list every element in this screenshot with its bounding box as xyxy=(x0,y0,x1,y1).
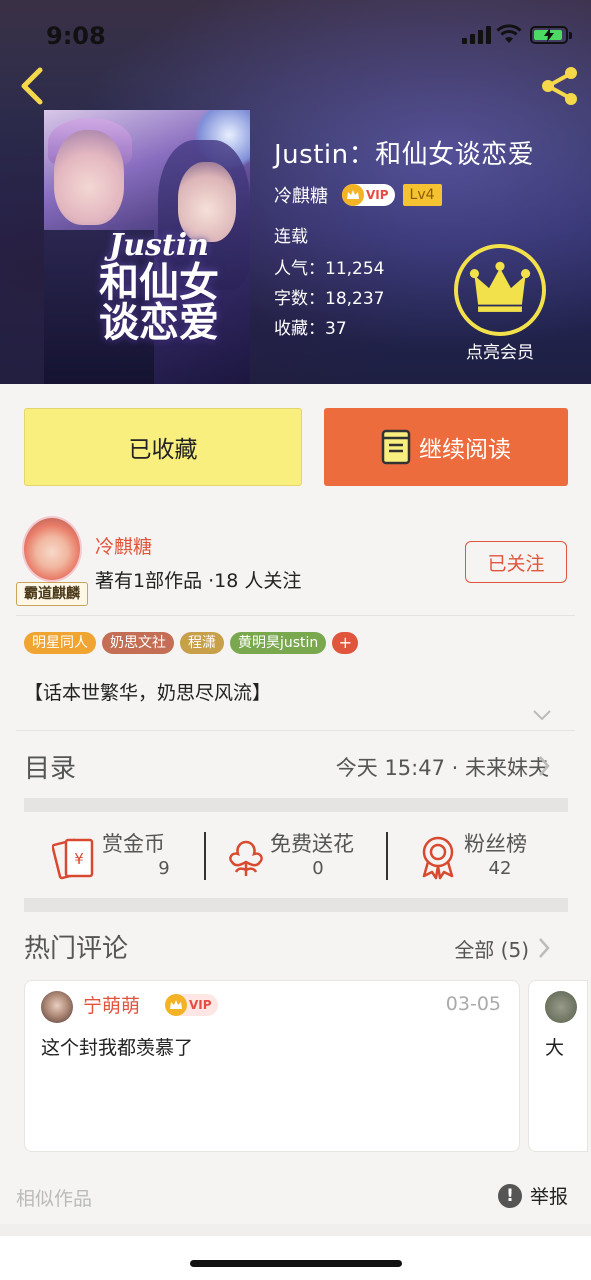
vip-badge: VIP xyxy=(342,184,395,206)
comment-text: 大 xyxy=(545,1037,565,1059)
favorites-stat: 收藏：37 xyxy=(274,319,347,339)
level-badge: Lv4 xyxy=(402,184,442,206)
red-envelope-icon: ¥ xyxy=(52,838,94,880)
book-header: 9:08 Justin 和仙女谈恋爱 Justin：和仙女谈恋爱 冷麒糖 VIP… xyxy=(0,0,591,384)
catalog-label[interactable]: 目录 xyxy=(24,748,76,785)
membership-crown-icon[interactable] xyxy=(454,244,546,336)
vip-badge: VIP xyxy=(165,994,218,1016)
all-comments-link[interactable]: 全部 (5) xyxy=(454,934,529,963)
book-intro: 【话本世繁华，奶思尽风流】 xyxy=(24,682,272,704)
book-cover[interactable]: Justin 和仙女谈恋爱 xyxy=(44,110,250,384)
comment-date: 03-05 xyxy=(445,993,501,1015)
chevron-down-icon[interactable] xyxy=(532,708,552,722)
cover-title: Justin 和仙女谈恋爱 xyxy=(99,228,219,346)
membership-label[interactable]: 点亮会员 xyxy=(440,338,560,363)
follow-button[interactable]: 已关注 xyxy=(465,541,567,583)
author-avatar[interactable]: 霸道麒麟 xyxy=(16,516,88,608)
word-count-stat: 字数：18,237 xyxy=(274,289,385,309)
crown-icon xyxy=(165,994,187,1016)
tag-list: 明星同人 奶思文社 程潇 黄明昊justin + xyxy=(24,632,359,654)
signal-icon xyxy=(462,26,491,44)
continue-reading-button[interactable]: 继续阅读 xyxy=(324,408,568,486)
book-icon xyxy=(381,429,411,465)
free-flower-button[interactable]: 免费送花 0 xyxy=(224,828,384,884)
comment-card[interactable]: 大 xyxy=(528,980,588,1152)
catalog-latest-update[interactable]: 今天 15:47 · 未来妹夫 xyxy=(336,752,549,782)
chevron-right-icon[interactable] xyxy=(536,754,552,778)
commenter-avatar[interactable] xyxy=(545,991,577,1023)
author-meta: 著有1部作品 ·18 人关注 xyxy=(95,570,302,592)
wifi-icon xyxy=(496,24,522,43)
divider xyxy=(16,730,575,731)
favorited-button[interactable]: 已收藏 xyxy=(24,408,302,486)
support-row: ¥ 赏金币 9 免费送花 0 粉丝榜 42 xyxy=(24,814,568,898)
comment-text: 这个封我都羡慕了 xyxy=(41,1037,194,1059)
flower-icon xyxy=(229,840,263,876)
section-divider xyxy=(24,798,568,812)
commenter-avatar[interactable] xyxy=(41,991,73,1023)
medal-icon xyxy=(422,836,454,880)
similar-works-label: 相似作品 xyxy=(16,1188,93,1210)
back-icon[interactable] xyxy=(14,64,50,108)
battery-icon xyxy=(530,26,572,44)
avatar-title-tag: 霸道麒麟 xyxy=(16,582,88,606)
svg-text:¥: ¥ xyxy=(74,850,84,868)
author-row: 冷麒糖 VIP Lv4 xyxy=(274,182,442,208)
commenter-name[interactable]: 宁萌萌 xyxy=(83,991,140,1018)
book-title: Justin：和仙女谈恋爱 xyxy=(274,140,535,170)
popularity-stat: 人气：11,254 xyxy=(274,259,385,279)
hot-comments-label: 热门评论 xyxy=(24,934,129,964)
chevron-right-icon[interactable] xyxy=(536,936,552,960)
home-indicator[interactable] xyxy=(190,1260,402,1267)
comment-card[interactable]: 宁萌萌 VIP 03-05 这个封我都羡慕了 xyxy=(24,980,520,1152)
tag-item[interactable]: 奶思文社 xyxy=(102,632,174,654)
author-name[interactable]: 冷麒糖 xyxy=(95,532,152,559)
report-button[interactable]: ! 举报 xyxy=(498,1182,568,1209)
tag-more-button[interactable]: + xyxy=(332,632,359,654)
share-icon[interactable] xyxy=(538,64,582,108)
tag-item[interactable]: 程潇 xyxy=(180,632,224,654)
serial-status: 连载 xyxy=(274,227,308,247)
section-divider xyxy=(24,898,568,912)
status-time: 9:08 xyxy=(46,22,106,50)
crown-icon xyxy=(342,184,364,206)
book-author[interactable]: 冷麒糖 xyxy=(274,182,328,208)
status-bar: 9:08 xyxy=(0,0,591,70)
alert-icon: ! xyxy=(498,1183,522,1208)
reward-coins-button[interactable]: ¥ 赏金币 9 xyxy=(52,828,212,884)
divider xyxy=(16,615,575,616)
tag-item[interactable]: 明星同人 xyxy=(24,632,96,654)
tag-item[interactable]: 黄明昊justin xyxy=(230,632,327,654)
fan-ranking-button[interactable]: 粉丝榜 42 xyxy=(416,828,566,884)
